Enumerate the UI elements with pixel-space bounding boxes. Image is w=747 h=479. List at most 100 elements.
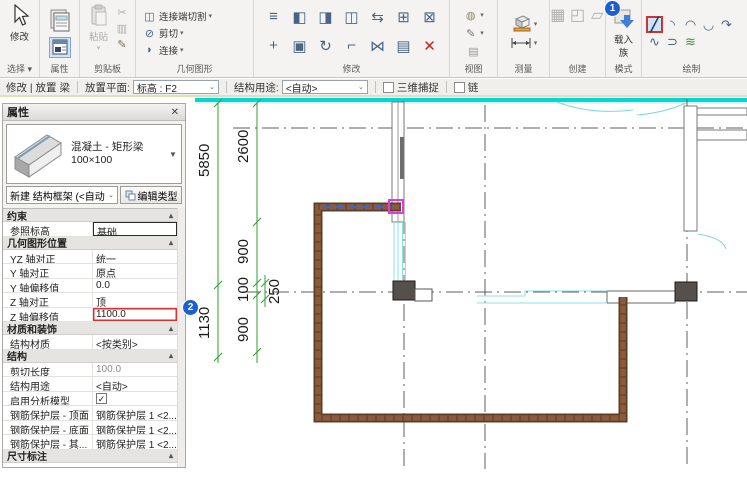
dimension-250[interactable]: 250 <box>266 279 283 304</box>
dimension-100[interactable]: 100 <box>235 277 252 302</box>
dimension-900-lower[interactable]: 900 <box>235 317 252 342</box>
property-value[interactable]: 100.0 <box>93 363 177 377</box>
draw-arc-start-end-icon[interactable]: ◝ <box>664 16 681 33</box>
placed-beams[interactable] <box>313 202 628 423</box>
join-geometry-button[interactable]: ◗ 连接 ▾ <box>142 42 183 58</box>
property-value[interactable]: 原点 <box>93 264 177 278</box>
pick-lines-icon[interactable]: ≋ <box>682 33 699 50</box>
modify-tool-icon[interactable]: ≡ <box>261 2 287 31</box>
modify-tool-icon[interactable]: ▤ <box>391 31 417 60</box>
property-value[interactable]: 顶 <box>93 293 177 307</box>
placement-plane-select[interactable]: 标高 : F2 ⌄ <box>132 80 219 95</box>
draw-spline-icon[interactable]: ∿ <box>646 33 663 50</box>
modify-tool-icon[interactable]: + <box>261 31 287 60</box>
cut-icon[interactable]: ✂ <box>115 5 130 20</box>
modify-tool-icon[interactable]: ↻ <box>313 31 339 60</box>
door-swing-arc[interactable] <box>697 233 727 250</box>
properties-palette-icon[interactable] <box>49 9 71 33</box>
property-row[interactable]: 启用分析模型 ✓ <box>3 391 177 406</box>
modify-tool-icon[interactable]: ⇆ <box>365 2 391 31</box>
analytical-model-checkbox[interactable]: ✓ <box>96 392 107 404</box>
property-value[interactable]: 统一 <box>93 250 177 264</box>
panel-select-label[interactable]: 选择 ▾ <box>0 63 39 77</box>
measure-button[interactable]: ▾ <box>510 14 537 32</box>
property-value[interactable]: ✓ <box>93 392 177 406</box>
collapse-icon[interactable]: ▴ <box>169 324 173 333</box>
create-assembly-icon[interactable]: ◰ <box>570 6 586 24</box>
plan-view[interactable]: 5850 1130 2600 900 100 900 250 <box>195 97 747 479</box>
property-row[interactable]: 钢筋保护层 - 顶面 钢筋保护层 1 <2... <box>3 406 177 421</box>
properties-scrollbar[interactable] <box>177 208 185 467</box>
section-header[interactable]: 尺寸标注 ▴ <box>3 449 177 463</box>
paste-button[interactable]: 粘贴 ▾ <box>86 3 112 53</box>
join-end-cut-button[interactable]: ◫ 连接端切割 ▾ <box>142 8 212 24</box>
modify-tool-icon[interactable]: ◨ <box>313 2 339 31</box>
chain-checkbox[interactable] <box>453 81 465 93</box>
property-row[interactable]: 结构材质 <按类别> <box>3 335 177 350</box>
wall-right[interactable] <box>683 105 698 232</box>
collapse-icon[interactable]: ▴ <box>169 238 173 247</box>
wall-branch-mid[interactable] <box>696 129 747 141</box>
property-value[interactable]: <自动> <box>93 377 177 391</box>
beam-outline[interactable] <box>313 202 628 423</box>
wall-bottom-piece[interactable] <box>606 290 676 304</box>
property-value[interactable]: 基础 <box>93 222 177 236</box>
column-right[interactable] <box>674 281 698 302</box>
modify-tool-icon[interactable]: ⊞ <box>391 2 417 31</box>
wall-center-segment[interactable] <box>400 137 404 179</box>
match-type-icon[interactable]: ✎ <box>115 37 130 52</box>
copy-icon[interactable]: ▥ <box>115 21 130 36</box>
cut-geometry-button[interactable]: ⊘ 剪切 ▾ <box>142 25 184 41</box>
properties-header[interactable]: 属性 ✕ <box>3 104 185 121</box>
property-row[interactable]: Z 轴对正顶 <box>3 293 177 308</box>
section-header[interactable]: 材质和装饰 ▴ <box>3 322 177 336</box>
close-icon[interactable]: ✕ <box>169 107 181 118</box>
collapse-icon[interactable]: ▴ <box>169 351 173 360</box>
collapse-icon[interactable]: ▴ <box>169 211 173 220</box>
column-attachment-box[interactable] <box>414 288 433 302</box>
instance-filter-combo[interactable]: 新建 结构框架 (<自动 ⌄ <box>6 186 118 204</box>
property-value[interactable]: 钢筋保护层 1 <2... <box>93 435 177 449</box>
modify-tool-icon[interactable]: ✕ <box>417 31 443 60</box>
property-value[interactable]: 钢筋保护层 1 <2... <box>93 421 177 435</box>
modify-tool-icon[interactable]: ⋈ <box>365 31 391 60</box>
property-row[interactable]: 钢筋保护层 - 底面 钢筋保护层 1 <2... <box>3 420 177 435</box>
modify-tool-icon[interactable]: ▣ <box>287 31 313 60</box>
property-row[interactable]: 剪切长度 100.0 <box>3 362 177 377</box>
draw-arc-center-icon[interactable]: ◠ <box>682 16 699 33</box>
beam-fill[interactable] <box>315 204 626 421</box>
dimension-overall[interactable]: 5850 <box>196 144 213 177</box>
selected-beam-top[interactable] <box>195 98 747 102</box>
walls[interactable] <box>391 101 747 304</box>
drawing-area[interactable]: 5850 1130 2600 900 100 900 250 <box>195 97 747 479</box>
property-row[interactable]: 结构用途 <自动> <box>3 377 177 392</box>
type-selector-dropdown-icon[interactable]: ▼ <box>169 150 181 159</box>
draw-partial-ellipse-icon[interactable]: ⊃ <box>664 33 681 50</box>
aligned-dimension-button[interactable]: ▾ <box>510 35 537 51</box>
linework-button[interactable]: ✎ ▾ <box>463 25 484 41</box>
structural-usage-select[interactable]: <自动> ⌄ <box>281 80 368 95</box>
type-selector[interactable]: 混凝土 - 矩形梁 100×100 ▼ <box>6 124 182 184</box>
section-header[interactable]: 结构 ▴ <box>3 349 177 363</box>
wall-branch-top[interactable] <box>696 107 747 116</box>
dimension-900-upper[interactable]: 900 <box>235 239 252 264</box>
draw-arc-tangent-icon[interactable]: ◡ <box>700 16 717 33</box>
modify-tool-icon[interactable]: ◫ <box>339 2 365 31</box>
dimension-2600[interactable]: 2600 <box>235 130 252 163</box>
property-value[interactable]: 1100.0 <box>93 308 177 322</box>
dimension-lower-overall[interactable]: 1130 <box>196 307 213 339</box>
property-row[interactable]: YZ 轴对正 统一 <box>3 249 177 264</box>
modify-tool-icon[interactable]: ◧ <box>287 2 313 31</box>
property-row[interactable]: Y 轴对正 原点 <box>3 264 177 279</box>
property-value[interactable]: 0.0 <box>93 279 177 293</box>
section-header[interactable]: 几何图形位置 ▴ <box>3 236 177 250</box>
create-group-icon[interactable]: ▦ <box>550 6 566 24</box>
create-parts-icon[interactable]: ▱ <box>589 6 605 24</box>
section-header[interactable]: 约束 ▴ <box>3 209 177 223</box>
draw-arc-fillet-icon[interactable]: ↷ <box>718 16 735 33</box>
snap-3d-checkbox[interactable] <box>382 81 394 93</box>
property-value[interactable]: <按类别> <box>93 335 177 349</box>
modify-button[interactable]: 修改 <box>7 3 33 44</box>
dimension-texts[interactable]: 5850 1130 2600 900 100 900 250 <box>196 130 283 342</box>
modify-tool-icon[interactable]: ⌐ <box>339 31 365 60</box>
